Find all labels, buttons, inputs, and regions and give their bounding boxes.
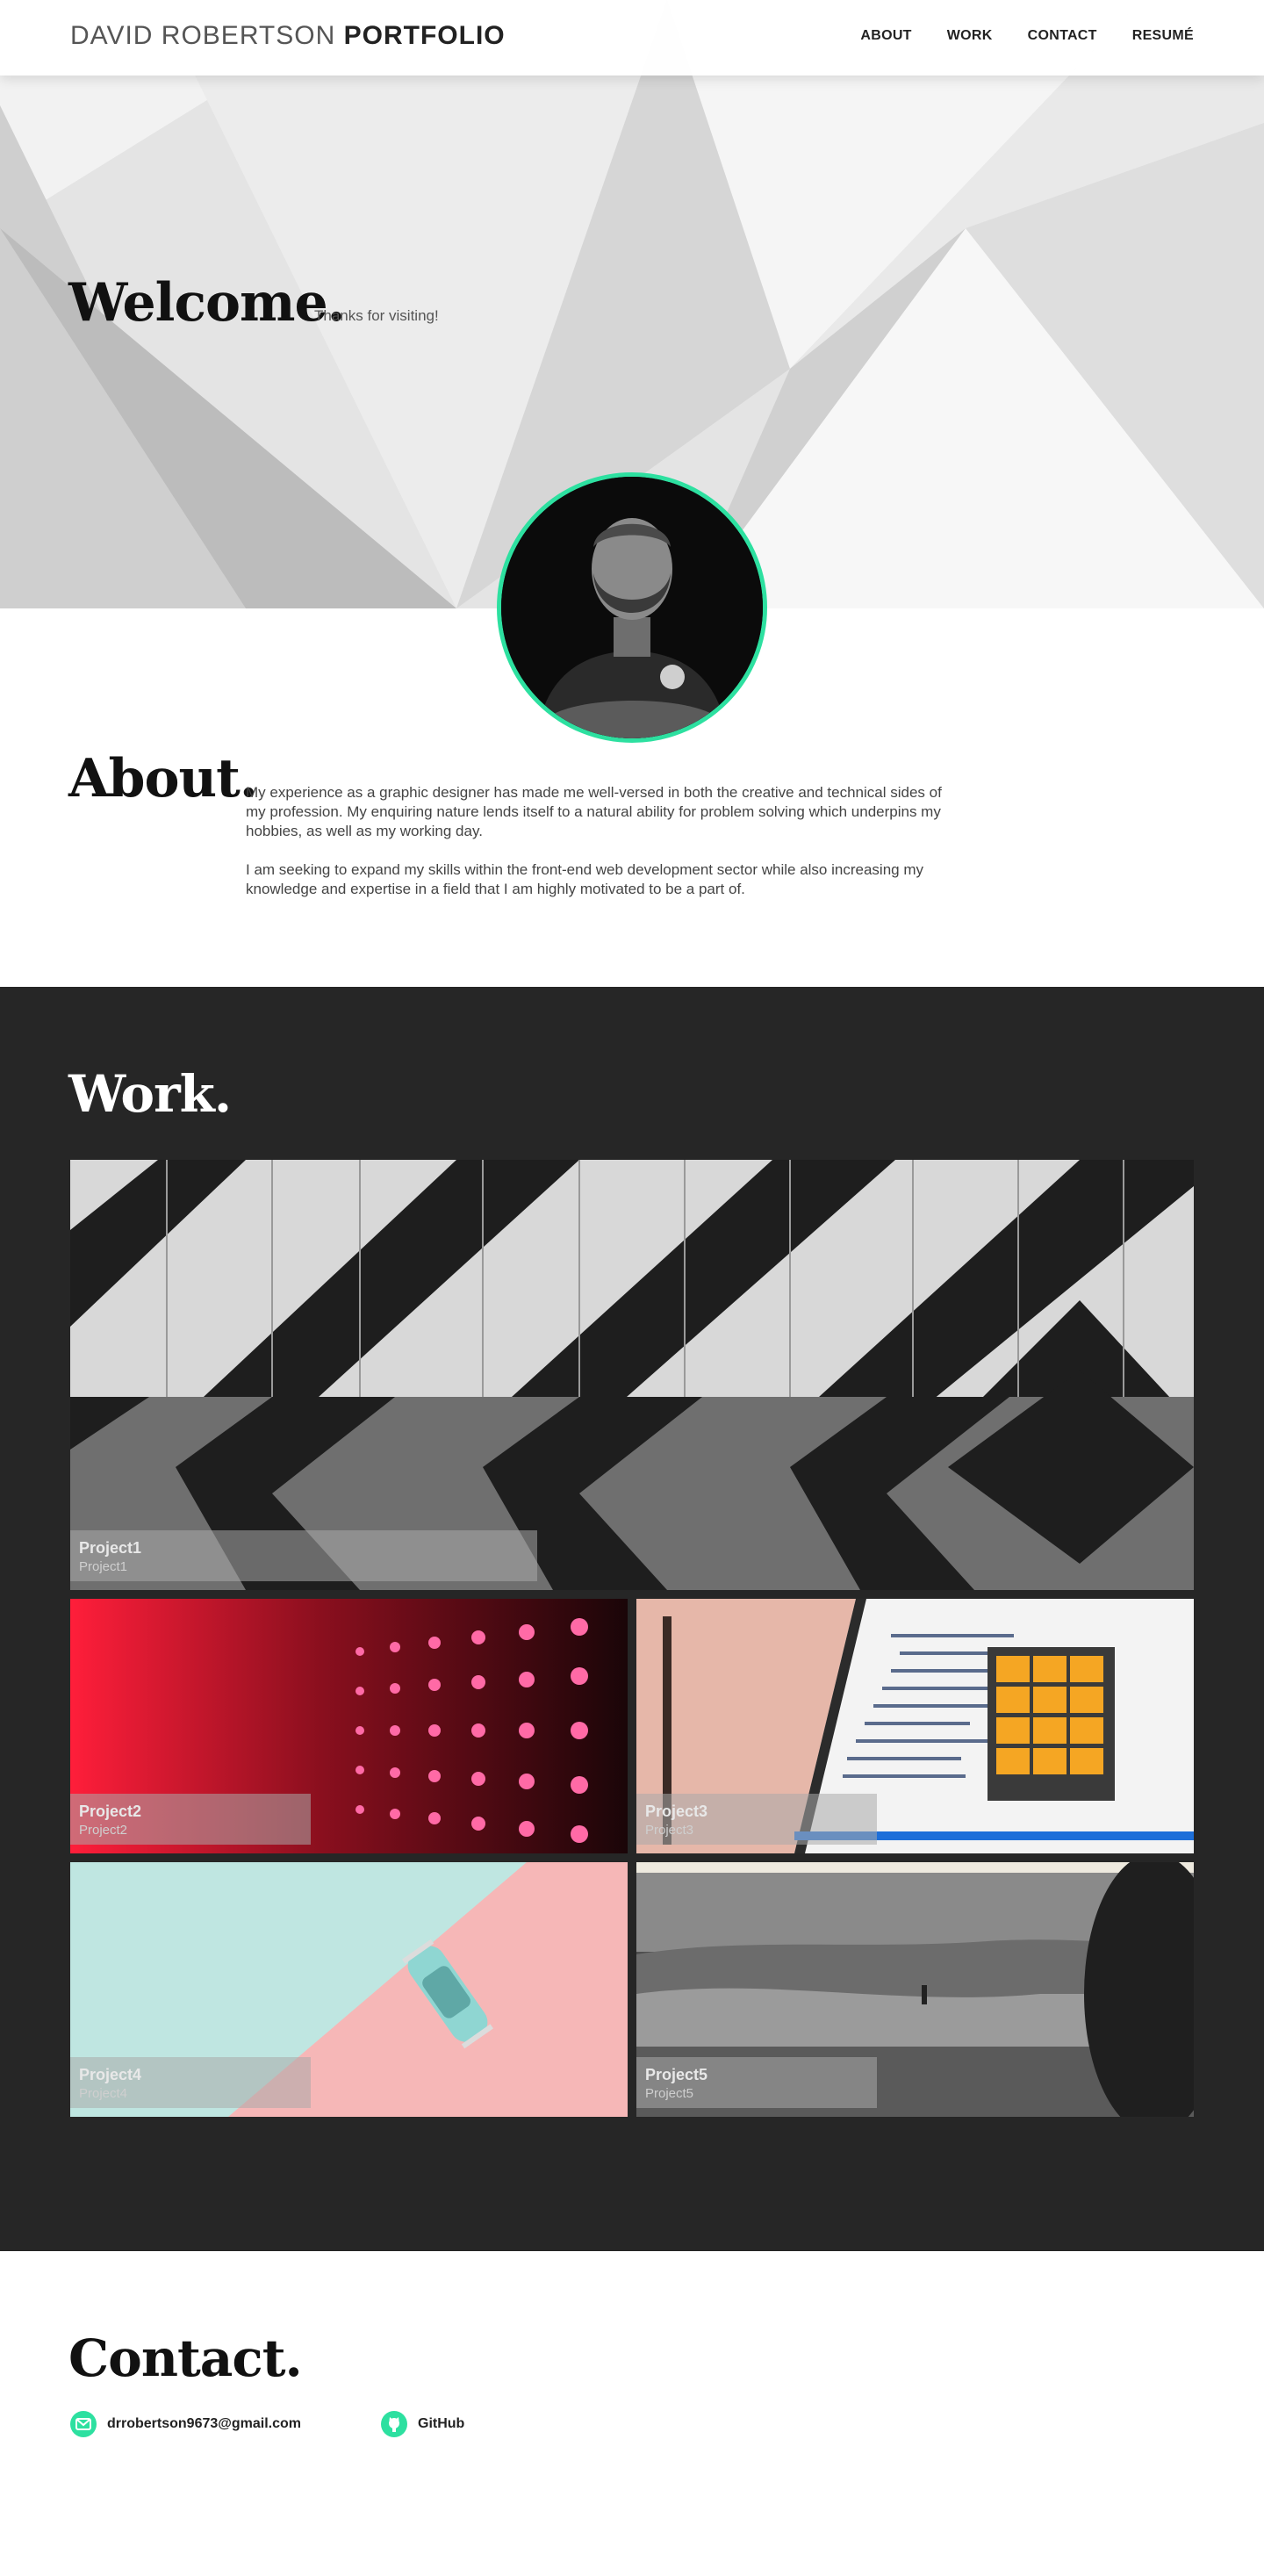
project-caption: Project1 Project1 — [70, 1530, 537, 1581]
about-paragraph: My experience as a graphic designer has … — [246, 784, 942, 839]
email-address: drrobertson9673@gmail.com — [107, 2416, 301, 2431]
project-1-image — [70, 1160, 1194, 1590]
nav-link-work[interactable]: WORK — [947, 28, 993, 44]
nav-menu: ABOUT WORK CONTACT RESUMÉ — [860, 28, 1194, 44]
brand-name: DAVID ROBERTSON — [70, 21, 336, 50]
project-tile-5[interactable]: Project5 Project5 — [636, 1862, 1194, 2117]
project-subtitle: Project4 — [79, 2086, 128, 2101]
about-heading: About. — [68, 748, 258, 809]
project-title: Project4 — [79, 2066, 142, 2083]
email-link[interactable]: drrobertson9673@gmail.com — [70, 2411, 301, 2437]
github-icon — [381, 2411, 407, 2437]
top-navbar: DAVID ROBERTSON PORTFOLIO ABOUT WORK CON… — [0, 0, 1264, 76]
project-title: Project3 — [645, 1802, 708, 1820]
hero-subheading: Thanks for visiting! — [314, 307, 439, 324]
brand-logo[interactable]: DAVID ROBERTSON PORTFOLIO — [70, 21, 506, 51]
project-title: Project2 — [79, 1802, 142, 1820]
project-subtitle: Project2 — [79, 1823, 128, 1838]
brand-portfolio: PORTFOLIO — [343, 21, 506, 50]
mail-icon — [70, 2411, 97, 2437]
github-label: GitHub — [418, 2416, 465, 2431]
nav-link-resume[interactable]: RESUMÉ — [1132, 28, 1194, 44]
project-caption: Project5 Project5 — [636, 2057, 877, 2108]
profile-avatar — [497, 472, 767, 743]
project-caption: Project2 Project2 — [70, 1794, 311, 1845]
nav-link-contact[interactable]: CONTACT — [1028, 28, 1097, 44]
hero-heading: Welcome. — [68, 272, 346, 334]
project-title: Project5 — [645, 2066, 708, 2083]
about-text: My experience as a graphic designer has … — [246, 783, 957, 899]
github-link[interactable]: GitHub — [381, 2411, 464, 2437]
project-tile-1[interactable]: Project1 Project1 — [70, 1160, 1194, 1590]
project-caption: Project3 Project3 — [636, 1794, 877, 1845]
project-tile-3[interactable]: Project3 Project3 — [636, 1599, 1194, 1853]
project-subtitle: Project3 — [645, 1823, 694, 1838]
project-subtitle: Project5 — [645, 2086, 694, 2101]
about-paragraph: I am seeking to expand my skills within … — [246, 861, 923, 897]
nav-link-about[interactable]: ABOUT — [860, 28, 911, 44]
project-caption: Project4 Project4 — [70, 2057, 311, 2108]
project-tile-4[interactable]: Project4 Project4 — [70, 1862, 628, 2117]
work-section: Work. Project1 Project1 Project2 Project… — [0, 987, 1264, 2251]
work-heading: Work. — [68, 1064, 232, 1124]
project-title: Project1 — [79, 1539, 142, 1557]
contact-heading: Contact. — [68, 2328, 303, 2388]
project-subtitle: Project1 — [79, 1559, 128, 1574]
project-tile-2[interactable]: Project2 Project2 — [70, 1599, 628, 1853]
